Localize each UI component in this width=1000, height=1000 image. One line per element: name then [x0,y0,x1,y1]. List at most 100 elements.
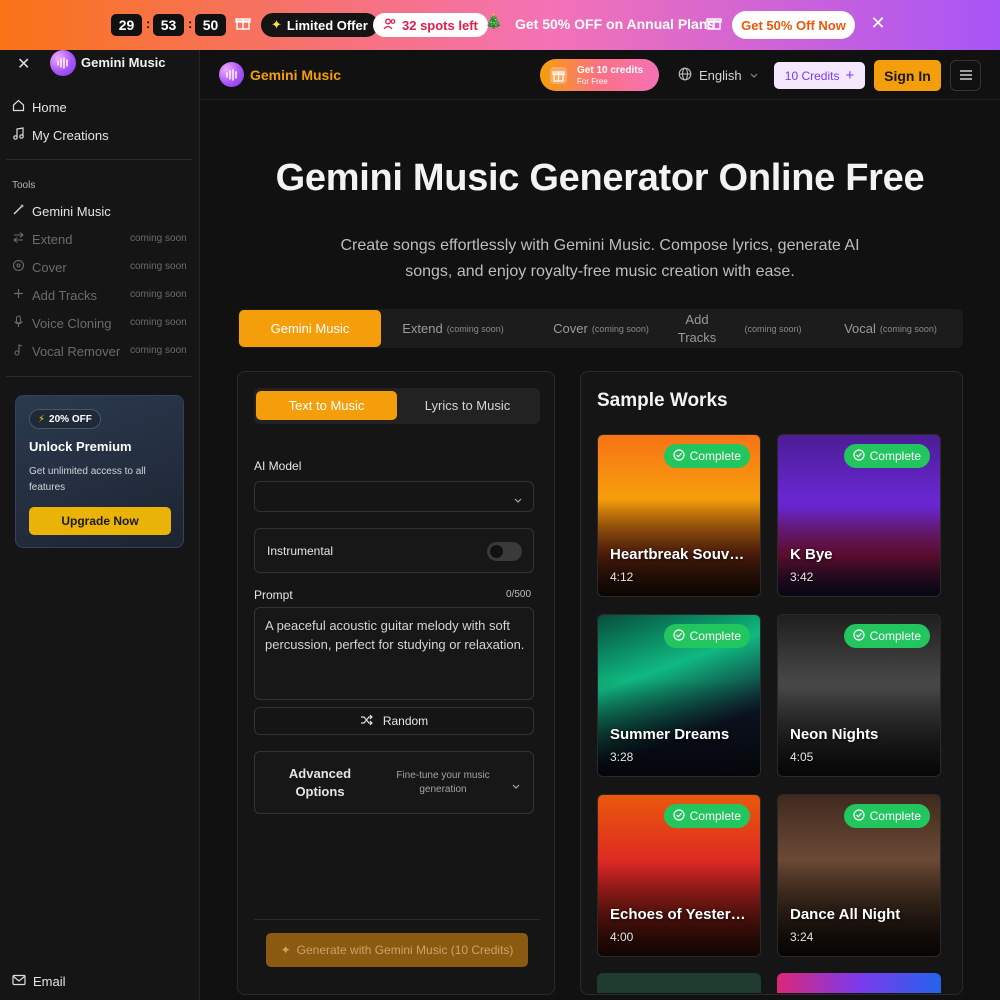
promo-cta-button[interactable]: Get 50% Off Now [732,11,855,39]
ai-model-select[interactable] [254,481,534,512]
discount-badge: ⚡ 20% OFF [29,409,101,429]
gift-icon [550,67,567,84]
brand-name[interactable]: Gemini Music [250,67,341,83]
logo-icon [50,50,76,76]
plus-icon: + [845,67,855,84]
plus-icon [12,287,25,303]
discount-label: 20% OFF [49,413,92,425]
home-icon [12,99,25,115]
sidebar-item-label: Add Tracks [32,287,98,303]
check-circle-icon [853,808,865,824]
tab-label: Vocal [844,321,876,336]
sample-card[interactable]: Complete K Bye 3:42 [777,434,941,597]
tab-label: Gemini Music [270,321,350,336]
sample-card[interactable]: Complete Neon Nights 4:05 [777,614,941,777]
sample-card-partial[interactable] [597,973,761,993]
sidebar-item-cover[interactable]: Cover [12,259,67,275]
sign-in-button[interactable]: Sign In [874,60,941,91]
instrumental-toggle[interactable] [487,542,522,561]
status-label: Complete [869,449,921,463]
sample-title: Summer Dreams [610,726,730,743]
arrows-icon [12,231,25,247]
bolt-icon: ⚡ [38,413,46,425]
sidebar-item-extend[interactable]: Extend [12,231,72,247]
sidebar: ✕ Gemini Music Home My Creations Tools G… [0,50,200,1000]
users-icon [383,17,397,34]
language-selector[interactable]: English [678,67,759,84]
generate-button[interactable]: ✦ Generate with Gemini Music (10 Credits… [266,933,528,967]
sample-card[interactable]: Complete Summer Dreams 3:28 [597,614,761,777]
free-credits-button[interactable]: Get 10 credits For Free [540,59,659,91]
premium-text: Get unlimited access to all features [29,466,146,493]
sample-card[interactable]: Complete Heartbreak Souvenir 4:12 [597,434,761,597]
magic-wand-icon [12,203,25,219]
form-divider [254,919,540,920]
free-credits-sub: For Free [577,77,608,86]
check-circle-icon [673,808,685,824]
tab-label: Extend [402,321,443,336]
note-icon [12,343,25,359]
close-icon[interactable]: ✕ [17,54,30,74]
check-circle-icon [673,448,685,464]
gift-icon [235,15,251,36]
advanced-options[interactable]: Advanced Options Fine-tune your music ge… [254,751,534,814]
tab-note: (coming soon) [446,323,504,334]
sample-works-title: Sample Works [597,390,728,411]
lyrics-to-music-tab[interactable]: Lyrics to Music [397,391,538,420]
spots-left-badge: 32 spots left [373,13,488,37]
sidebar-item-gemini-music[interactable]: Gemini Music [12,203,111,219]
sidebar-item-label: Vocal Remover [32,343,121,359]
chevron-down-icon [513,492,523,510]
prompt-textarea[interactable]: A peaceful acoustic guitar melody with s… [254,607,534,700]
timer-separator: : [146,16,151,31]
close-icon[interactable]: ✕ [868,13,888,34]
sample-title: K Bye [790,546,833,563]
sample-title: Dance All Night [790,906,901,923]
tab-vocal[interactable]: Vocal (coming soon) [818,309,963,348]
credits-label: 10 Credits [784,68,840,83]
globe-icon [678,67,692,84]
sample-card[interactable]: Complete Dance All Night 3:24 [777,794,941,957]
free-credits-title: Get 10 credits [577,65,644,76]
limited-offer-badge: ✦ Limited Offer [261,13,378,37]
sidebar-item-label: Gemini Music [32,203,111,219]
spots-left-label: 32 spots left [402,17,478,33]
page-title: Gemini Music Generator Online Free [275,157,925,199]
tab-cover[interactable]: Cover (coming soon) [536,309,666,348]
tab-gemini-music[interactable]: Gemini Music [239,310,381,347]
tab-note: (coming soon) [591,323,649,334]
upgrade-button[interactable]: Upgrade Now [29,507,171,535]
credits-button[interactable]: 10 Credits + [774,62,865,89]
tab-extend[interactable]: Extend (coming soon) [388,309,518,348]
ai-model-label: AI Model [254,459,302,473]
sample-card-partial[interactable] [777,973,941,993]
status-label: Complete [869,809,921,823]
sample-duration: 4:05 [790,750,814,764]
text-to-music-tab[interactable]: Text to Music [256,391,397,420]
timer-hours: 29 [111,14,142,36]
random-button[interactable]: Random [254,707,534,735]
logo-icon[interactable] [219,62,244,87]
status-badge: Complete [843,624,930,648]
sample-card[interactable]: Complete Echoes of Yesterday 4:00 [597,794,761,957]
prompt-value: A peaceful acoustic guitar melody with s… [265,618,525,652]
menu-button[interactable] [950,60,981,91]
tab-label: Add Tracks [677,311,717,345]
sample-works-panel: Sample Works Complete Heartbreak Souvenir… [580,371,963,995]
sidebar-item-add-tracks[interactable]: Add Tracks [12,287,97,303]
generate-label: Generate with Gemini Music (10 Credits) [296,943,514,957]
sidebar-item-home[interactable]: Home [12,99,67,115]
status-label: Complete [689,629,741,643]
tab-add-tracks[interactable]: Add Tracks (coming soon) [674,309,804,348]
sidebar-divider [6,159,192,160]
status-badge: Complete [843,804,930,828]
sidebar-item-email[interactable]: Email [12,974,66,989]
sidebar-item-my-creations[interactable]: My Creations [12,127,109,143]
sidebar-item-label: Email [33,974,66,989]
instrumental-row: Instrumental [254,528,534,573]
sidebar-item-voice-cloning[interactable]: Voice Cloning [12,315,112,331]
sidebar-item-vocal-remover[interactable]: Vocal Remover [12,343,120,359]
sidebar-item-label: Voice Cloning [32,315,112,331]
status-badge: Complete [663,624,750,648]
music-note-icon [12,127,25,143]
